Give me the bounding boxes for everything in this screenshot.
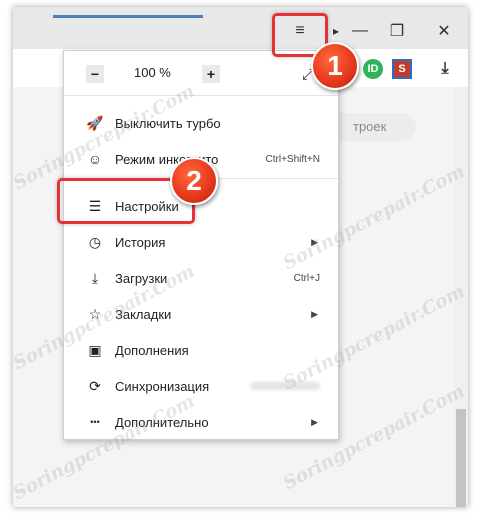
sync-icon: ⟳ [89,377,101,394]
download-icon[interactable]: ⤓ [435,59,455,79]
addons-icon: ▣ [88,341,102,358]
clock-icon: ◷ [88,233,102,250]
download-glyph: ⤓ [441,60,449,77]
menu-item-label: Загрузки [115,270,168,286]
menu-item-label: Дополнения [115,342,189,358]
download-icon: ⤓ [91,269,99,286]
step-2-badge: 2 [170,157,218,205]
zoom-out-button[interactable]: − [86,65,104,83]
shortcut-label: Ctrl+J [293,272,320,284]
zoom-value: 100 % [134,65,171,80]
submenu-arrow-icon: ▶ [311,308,318,319]
search-placeholder: троек [353,119,387,134]
pause-ext-letter: ID [367,63,379,75]
title-bar: ≡ ▸ — ❐ ✕ [13,7,468,49]
step-1-badge: 1 [311,42,359,90]
menu-item-label: История [115,234,166,250]
plus-icon: + [206,66,216,82]
active-tab-indicator[interactable] [53,15,203,18]
shortcut-label: Ctrl+Shift+N [265,153,320,165]
zoom-controls: − 100 % + ⤢ [64,51,338,96]
restore-button[interactable]: ❐ [382,19,412,43]
restore-icon: ❐ [389,23,405,40]
close-icon: ✕ [437,23,451,40]
s-ext-icon[interactable]: S [392,59,412,79]
menu-item-label: Синхронизация [115,378,210,394]
s-ext-letter: S [398,63,406,75]
minus-icon: − [90,66,100,82]
pause-ext-icon[interactable]: ID [363,59,383,79]
minimize-icon: — [352,22,368,39]
scrollbar-thumb[interactable] [456,409,466,507]
browser-window: ≡ ▸ — ❐ ✕ ID S ⤓ троек − 100 % + ⤢ 🚀 Вык… [13,7,468,507]
close-button[interactable]: ✕ [429,19,459,43]
submenu-arrow-icon: ▶ [311,416,318,427]
address-bar[interactable] [13,53,21,81]
menu-item-addons[interactable]: ▣ Дополнения [64,332,338,368]
minimize-button[interactable]: — [345,19,375,43]
zoom-in-button[interactable]: + [202,65,220,83]
more-icon: ••• [90,417,100,427]
menu-item-label: Закладки [115,306,172,322]
